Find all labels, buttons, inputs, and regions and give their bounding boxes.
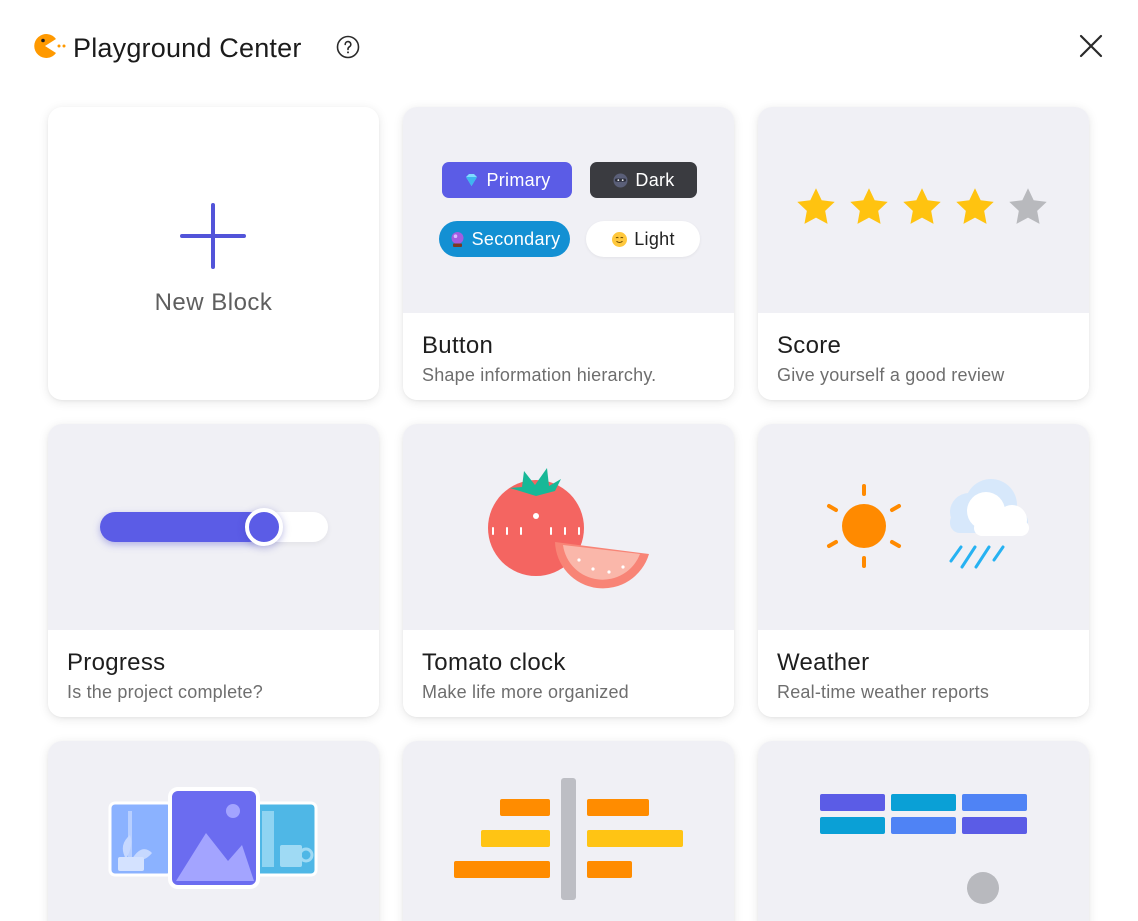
star-filled-icon[interactable] [900, 185, 944, 229]
card-title: Progress [67, 649, 166, 676]
light-button-label: Light [634, 228, 675, 249]
tomato-card-info: Tomato clock Make life more organized [403, 630, 734, 717]
primary-button-label: Primary [486, 169, 551, 190]
new-block-label: New Block [154, 289, 273, 316]
button-card[interactable]: Primary Dark Secondary Light Button Shap… [403, 107, 734, 400]
pacman-logo-icon [34, 34, 66, 58]
card-description: Is the project complete? [67, 682, 263, 702]
card-description: Make life more organized [422, 682, 629, 702]
card-description: Give yourself a good review [777, 365, 1005, 385]
bar-chart-card[interactable] [403, 741, 734, 921]
star-filled-icon[interactable] [847, 185, 891, 229]
card-title: Tomato clock [422, 649, 566, 676]
button-preview: Primary Dark Secondary Light [403, 107, 734, 313]
heatmap-preview [758, 741, 1089, 921]
image-card[interactable] [48, 741, 379, 921]
card-title: Score [777, 332, 842, 359]
star-rating [794, 185, 1056, 229]
secondary-button-label: Secondary [471, 228, 561, 249]
tomato-preview [403, 424, 734, 630]
plus-icon [180, 203, 246, 269]
question-circle-icon[interactable] [336, 35, 360, 59]
tomato-clock-card[interactable]: Tomato clock Make life more organized [403, 424, 734, 717]
heatmap-card[interactable] [758, 741, 1089, 921]
page-title: Playground Center [73, 33, 302, 63]
card-description: Shape information hierarchy. [422, 365, 657, 385]
score-preview [758, 107, 1089, 313]
light-button-sample: Light [586, 221, 700, 257]
diamond-icon [466, 173, 478, 186]
rain-cloud-icon [949, 479, 1029, 569]
sun-icon [827, 484, 901, 568]
star-empty-icon[interactable] [1006, 185, 1050, 229]
dark-button-sample: Dark [590, 162, 697, 198]
bar-chart-preview [403, 741, 734, 921]
primary-button-sample: Primary [442, 162, 572, 198]
image-preview [48, 741, 379, 921]
tomato-icon [488, 468, 649, 589]
heatmap-icon [820, 794, 1027, 904]
star-filled-icon[interactable] [953, 185, 997, 229]
progress-card-info: Progress Is the project complete? [48, 630, 379, 717]
weather-card[interactable]: Weather Real-time weather reports [758, 424, 1089, 717]
smile-icon [612, 231, 628, 247]
weather-preview [758, 424, 1089, 630]
button-card-info: Button Shape information hierarchy. [403, 313, 734, 400]
secondary-button-sample: Secondary [439, 221, 570, 257]
card-description: Real-time weather reports [777, 682, 990, 702]
crystal-ball-icon [451, 231, 464, 247]
close-icon[interactable] [1076, 31, 1106, 61]
progress-handle[interactable] [245, 508, 283, 546]
star-filled-icon[interactable] [794, 185, 838, 229]
weather-card-info: Weather Real-time weather reports [758, 630, 1089, 717]
dialog-header: Playground Center [0, 0, 1138, 96]
diverging-bar-icon [454, 778, 683, 900]
card-title: Weather [777, 649, 870, 676]
progress-preview [48, 424, 379, 630]
dark-button-label: Dark [635, 169, 675, 190]
score-card[interactable]: Score Give yourself a good review [758, 107, 1089, 400]
ninja-icon [613, 173, 628, 187]
new-block-card[interactable]: New Block [48, 107, 379, 400]
score-card-info: Score Give yourself a good review [758, 313, 1089, 400]
progress-fill [100, 512, 264, 542]
image-gallery-icon [108, 787, 318, 889]
progress-card[interactable]: Progress Is the project complete? [48, 424, 379, 717]
card-title: Button [422, 332, 494, 359]
